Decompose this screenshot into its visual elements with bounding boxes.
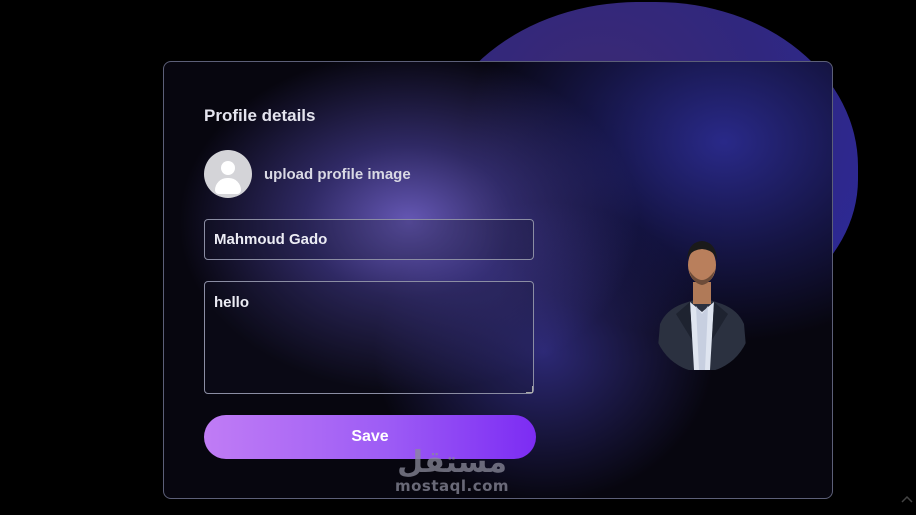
upload-profile-image-button[interactable]: upload profile image bbox=[204, 150, 411, 198]
upload-label[interactable]: upload profile image bbox=[264, 166, 411, 183]
chevron-up-icon bbox=[901, 495, 913, 503]
profile-photo bbox=[656, 241, 748, 370]
user-avatar-icon[interactable] bbox=[204, 150, 252, 198]
watermark-latin: mostaql.com bbox=[395, 477, 510, 495]
watermark: مستقل mostaql.com bbox=[395, 445, 510, 495]
watermark-arabic: مستقل bbox=[397, 445, 507, 480]
bio-textarea[interactable]: hello bbox=[204, 281, 534, 394]
profile-card: Profile details upload profile image hel… bbox=[163, 61, 833, 499]
textarea-resize-handle[interactable] bbox=[526, 386, 533, 393]
page-title: Profile details bbox=[204, 106, 316, 125]
name-input[interactable] bbox=[204, 219, 534, 260]
